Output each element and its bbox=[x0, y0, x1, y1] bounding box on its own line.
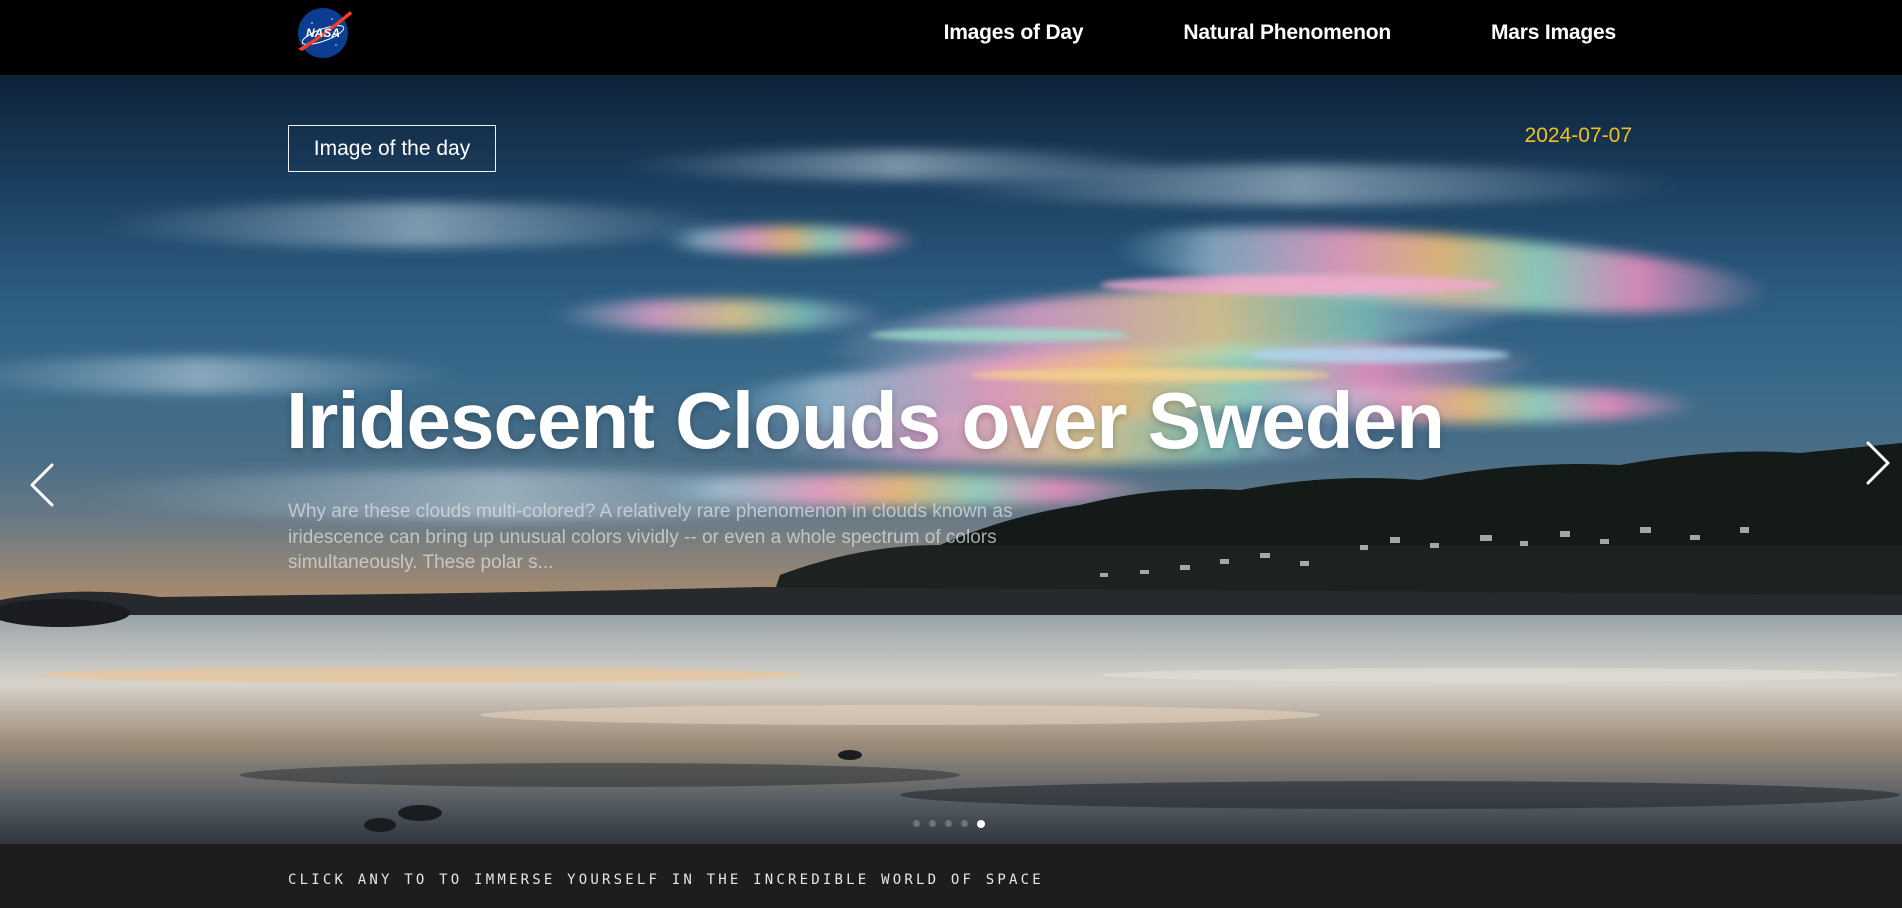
main-nav: Images of Day Natural Phenomenon Mars Im… bbox=[944, 0, 1617, 66]
nasa-logo[interactable]: NASA bbox=[292, 5, 354, 59]
image-description: Why are these clouds multi-colored? A re… bbox=[288, 501, 1013, 573]
chevron-right-icon[interactable] bbox=[1854, 433, 1900, 493]
footer-tagline: CLICK ANY TO TO IMMERSE YOURSELF IN THE … bbox=[288, 872, 1044, 888]
chevron-left-icon[interactable] bbox=[20, 455, 66, 515]
carousel-dot-active[interactable] bbox=[977, 819, 985, 828]
image-of-the-day-badge[interactable]: Image of the day bbox=[288, 125, 496, 172]
footer-banner: CLICK ANY TO TO IMMERSE YOURSELF IN THE … bbox=[0, 844, 1902, 908]
hero-carousel[interactable]: Image of the day 2024-07-07 Iridescent C… bbox=[0, 75, 1902, 844]
logo-text: NASA bbox=[306, 26, 340, 40]
nav-mars-images[interactable]: Mars Images bbox=[1491, 21, 1616, 45]
image-date: 2024-07-07 bbox=[1524, 124, 1632, 147]
carousel-dot[interactable] bbox=[929, 820, 936, 827]
nav-images-of-day[interactable]: Images of Day bbox=[944, 21, 1084, 45]
carousel-dot[interactable] bbox=[913, 820, 920, 827]
top-navbar: NASA Images of Day Natural Phenomenon Ma… bbox=[0, 0, 1902, 75]
nav-natural-phenomenon[interactable]: Natural Phenomenon bbox=[1183, 21, 1391, 45]
image-title[interactable]: Iridescent Clouds over Sweden bbox=[286, 375, 1445, 467]
carousel-dot[interactable] bbox=[945, 820, 952, 827]
carousel-dot[interactable] bbox=[961, 820, 968, 827]
carousel-indicators bbox=[913, 819, 985, 828]
